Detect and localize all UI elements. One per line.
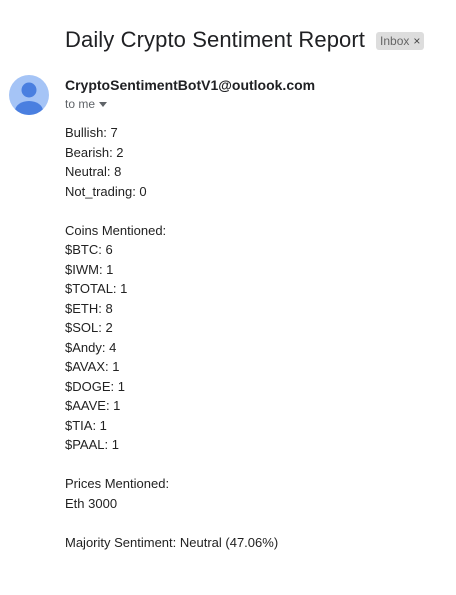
recipient-label: to me <box>65 97 96 111</box>
email-body: Bullish: 7 Bearish: 2 Neutral: 8 Not_tra… <box>65 123 278 552</box>
coin-line: $Andy: 4 <box>65 339 117 355</box>
coin-line: $AVAX: 1 <box>65 359 120 374</box>
coin-line: $BTC: 6 <box>65 242 113 257</box>
recipient-details-toggle[interactable]: to me <box>65 97 108 111</box>
email-subject: Daily Crypto Sentiment Report <box>65 27 366 52</box>
person-icon <box>15 82 43 115</box>
sentiment-count-line: Bullish: 7 <box>65 125 118 140</box>
chevron-down-icon[interactable] <box>99 101 108 107</box>
sentiment-count-line: Neutral: 8 <box>65 164 122 179</box>
remove-label-icon[interactable]: × <box>413 33 420 49</box>
coin-line: $DOGE: 1 <box>65 378 125 394</box>
prices-section: Prices Mentioned: Eth 3000 <box>65 474 278 513</box>
coin-line: $IWM: 1 <box>65 261 114 277</box>
sender-avatar[interactable] <box>9 75 49 115</box>
sender-address[interactable]: CryptoSentimentBotV1@outlook.com <box>65 77 315 93</box>
sentiment-counts: Bullish: 7 Bearish: 2 Neutral: 8 Not_tra… <box>65 123 278 201</box>
inbox-label-text: Inbox <box>380 34 410 48</box>
sentiment-count-line: Bearish: 2 <box>65 144 124 160</box>
coin-line: $TIA: 1 <box>65 417 107 433</box>
coin-line: $PAAL: 1 <box>65 437 119 452</box>
inbox-label[interactable]: Inbox × <box>376 32 425 50</box>
coin-line: $ETH: 8 <box>65 300 113 316</box>
majority-sentiment: Majority Sentiment: Neutral (47.06%) <box>65 534 279 550</box>
coin-line: $TOTAL: 1 <box>65 281 128 296</box>
coin-line: $SOL: 2 <box>65 320 113 335</box>
prices-heading: Prices Mentioned: <box>65 476 170 491</box>
coin-line: $AAVE: 1 <box>65 398 121 413</box>
coins-heading: Coins Mentioned: <box>65 222 167 238</box>
price-line: Eth 3000 <box>65 495 118 511</box>
sentiment-count-line: Not_trading: 0 <box>65 183 147 199</box>
subject-row: Daily Crypto Sentiment Report Inbox × <box>65 27 425 53</box>
coins-section: Coins Mentioned: $BTC: 6 $IWM: 1 $TOTAL:… <box>65 221 278 455</box>
